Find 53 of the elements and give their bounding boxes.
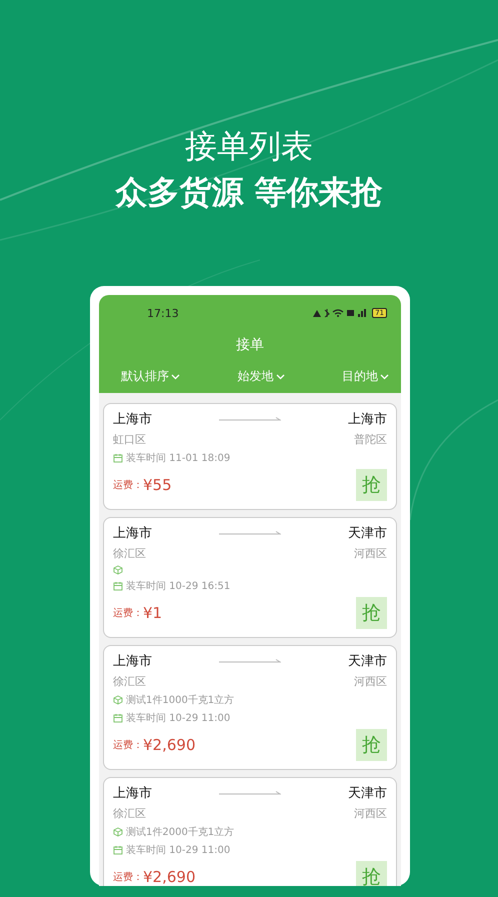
- load-time: 装车时间 10-29 16:51: [126, 580, 230, 593]
- fee-label: 运费：: [113, 606, 143, 620]
- origin-district: 徐汇区: [113, 546, 146, 561]
- destination-district: 河西区: [354, 674, 387, 689]
- destination-city: 天津市: [348, 653, 387, 670]
- price: ¥1: [143, 604, 164, 622]
- fee-label: 运费：: [113, 738, 143, 752]
- cargo-info: 测试1件2000千克1立方: [126, 826, 234, 839]
- price: ¥2,690: [143, 868, 196, 886]
- destination-city: 天津市: [348, 785, 387, 802]
- calendar-icon: [113, 713, 123, 723]
- origin-district: 徐汇区: [113, 674, 146, 689]
- destination-district: 普陀区: [354, 432, 387, 447]
- destination-city: 上海市: [348, 411, 387, 428]
- grab-button[interactable]: 抢: [356, 597, 387, 629]
- page-title: 接单: [235, 336, 265, 354]
- origin-city: 上海市: [113, 525, 152, 542]
- signal-icons-drawing: [312, 308, 368, 318]
- order-card[interactable]: 上海市 天津市 徐汇区 河西区 装车时间 10-29 16:51 运费：¥1 抢: [103, 517, 397, 638]
- price: ¥55: [143, 476, 173, 494]
- load-time: 装车时间 10-29 11:00: [126, 712, 230, 725]
- status-time: 17:13: [147, 306, 179, 320]
- chevron-down-icon: [276, 374, 284, 380]
- origin-city: 上海市: [113, 653, 152, 670]
- load-time: 装车时间 11-01 18:09: [126, 452, 230, 465]
- load-time: 装车时间 10-29 11:00: [126, 844, 230, 857]
- grab-button[interactable]: 抢: [356, 729, 387, 761]
- order-card[interactable]: 上海市 上海市 虹口区 普陀区 装车时间 11-01 18:09 运费：¥55 抢: [103, 403, 397, 510]
- order-card[interactable]: 上海市 天津市 徐汇区 河西区 测试1件1000千克1立方 装车时间 10-29 11:00 运费：¥2,690 抢: [103, 645, 397, 770]
- grab-button[interactable]: 抢: [356, 861, 387, 886]
- fee-label: 运费：: [113, 478, 143, 492]
- destination-district: 河西区: [354, 546, 387, 561]
- calendar-icon: [113, 845, 123, 855]
- tagline: 众多货源 等你来抢: [115, 172, 383, 212]
- origin-district: 虹口区: [113, 432, 146, 447]
- origin-city: 上海市: [113, 411, 152, 428]
- calendar-icon: [113, 581, 123, 591]
- filter-dropdown[interactable]: 始发地: [238, 368, 284, 385]
- chevron-down-icon: [380, 374, 389, 380]
- origin-district: 徐汇区: [113, 806, 146, 821]
- destination-city: 天津市: [348, 525, 387, 542]
- grab-button[interactable]: 抢: [356, 469, 387, 501]
- filter-dropdown[interactable]: 默认排序: [121, 368, 180, 385]
- order-card[interactable]: 上海市 天津市 徐汇区 河西区 测试1件2000千克1立方 装车时间 10-29 11:00 运费：¥2,690 抢: [103, 777, 397, 886]
- headline: 接单列表: [185, 126, 313, 166]
- price: ¥2,690: [143, 736, 196, 754]
- destination-district: 河西区: [354, 806, 387, 821]
- chevron-down-icon: [171, 374, 180, 380]
- fee-label: 运费：: [113, 870, 143, 884]
- filter-dropdown[interactable]: 目的地: [342, 368, 389, 385]
- cargo-info: 测试1件1000千克1立方: [126, 694, 234, 707]
- calendar-icon: [113, 453, 123, 463]
- origin-city: 上海市: [113, 785, 152, 802]
